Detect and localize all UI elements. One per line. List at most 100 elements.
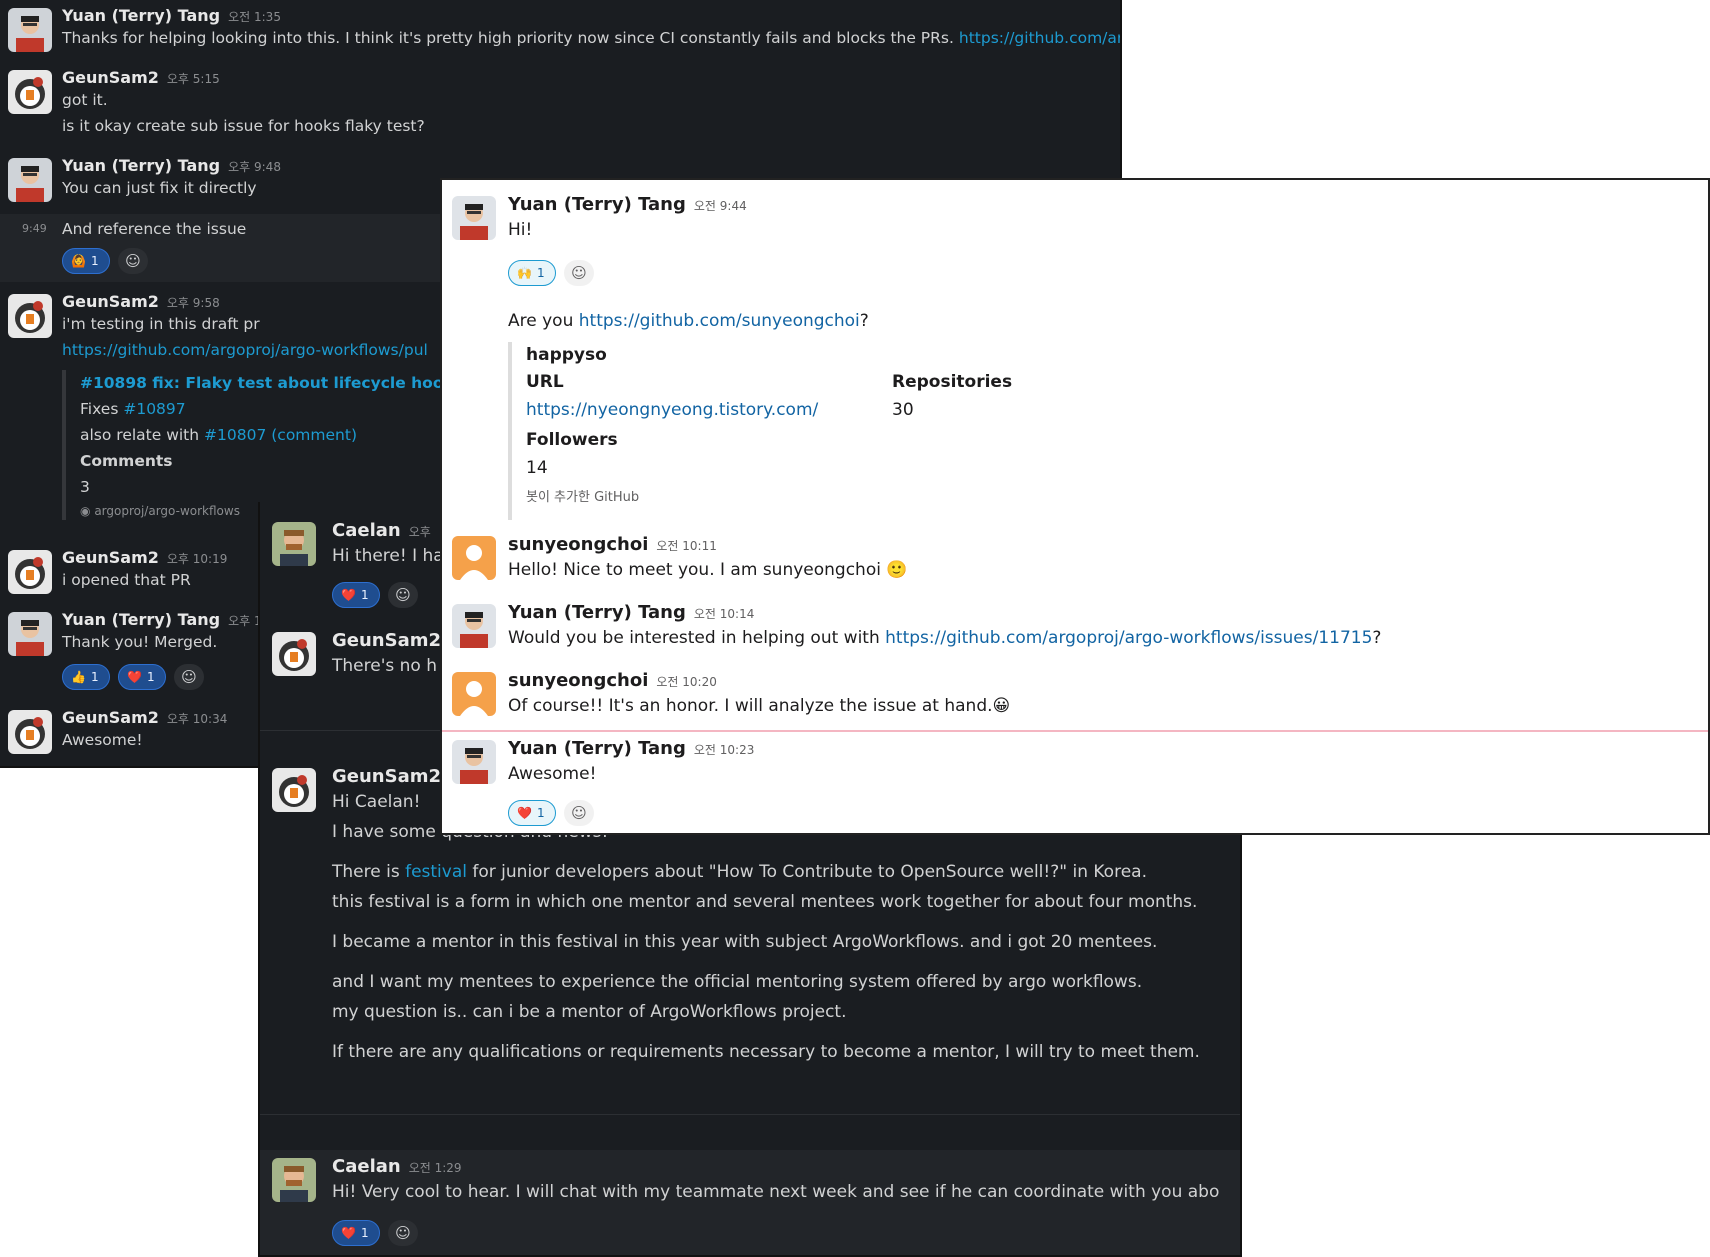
avatar-sunyeongchoi[interactable] [452, 536, 496, 580]
comments-value: 3 [80, 478, 90, 496]
followers-label: Followers [526, 430, 618, 450]
message-text: Awesome! [62, 731, 143, 749]
message-text: Hi there! I ha [332, 546, 444, 566]
author-name[interactable]: Yuan (Terry) Tang [508, 738, 686, 759]
author-name[interactable]: sunyeongchoi [508, 670, 648, 691]
timestamp[interactable]: 오후 9:48 [228, 160, 281, 174]
hover-timestamp[interactable]: 9:49 [22, 222, 47, 235]
avatar-geunsam[interactable] [8, 294, 52, 338]
author-name[interactable]: Yuan (Terry) Tang [508, 602, 686, 623]
message-text: Hi! Very cool to hear. I will chat with … [332, 1182, 1220, 1202]
add-reaction-icon[interactable]: ☺ [564, 800, 594, 826]
timestamp[interactable]: 오후 9:58 [167, 296, 220, 310]
paragraph-text: this festival is a form in which one men… [332, 892, 1198, 912]
author-name[interactable]: GeunSam2 [332, 630, 441, 651]
author-name[interactable]: GeunSam2 [62, 548, 159, 567]
followers-value: 14 [526, 458, 548, 478]
timestamp[interactable]: 오전 1:29 [409, 1161, 462, 1175]
add-reaction-icon[interactable]: ☺ [388, 582, 418, 608]
reaction-pill[interactable]: ❤️ 1 [118, 664, 166, 690]
timestamp[interactable]: 오전 9:44 [694, 199, 747, 213]
paragraph-text: I became a mentor in this festival in th… [332, 932, 1158, 952]
reaction-pill[interactable]: ❤️ 1 [508, 800, 556, 826]
avatar-geunsam[interactable] [8, 550, 52, 594]
timestamp[interactable]: 오후 10:34 [167, 712, 227, 726]
festival-link[interactable]: festival [405, 862, 467, 882]
author-name[interactable]: GeunSam2 [62, 68, 159, 87]
avatar-geunsam[interactable] [272, 632, 316, 676]
message-text: Hi! [508, 220, 533, 240]
avatar-yuan[interactable] [452, 604, 496, 648]
avatar-caelan[interactable] [272, 1158, 316, 1202]
author-name[interactable]: Yuan (Terry) Tang [62, 6, 220, 25]
message-link[interactable]: https://github.com/argoproj/argo-workflo… [62, 337, 428, 363]
preview-title[interactable]: #10898 fix: Flaky test about lifecycle h… [80, 370, 485, 396]
url-value-link[interactable]: https://nyeongnyeong.tistory.com/ [526, 396, 892, 424]
repos-value: 30 [892, 400, 914, 420]
message-text: Would you be interested in helping out w… [508, 628, 886, 648]
message-text: i'm testing in this draft pr [62, 315, 260, 333]
message-text: i opened that PR [62, 571, 191, 589]
reaction-pill[interactable]: 🙌 1 [508, 260, 556, 286]
timestamp[interactable]: 오전 10:11 [656, 539, 716, 553]
timestamp[interactable]: 오전 1:35 [228, 10, 281, 24]
avatar-geunsam[interactable] [8, 70, 52, 114]
message-text: Are you [508, 311, 579, 331]
issue-link[interactable]: https://github.com/argoproj/argo-workflo… [885, 628, 1372, 648]
avatar-caelan[interactable] [272, 522, 316, 566]
avatar-yuan[interactable] [8, 8, 52, 52]
message-link[interactable]: https://github.com/ar [959, 29, 1120, 47]
add-reaction-icon[interactable]: ☺ [564, 260, 594, 286]
author-name[interactable]: sunyeongchoi [508, 534, 648, 555]
repos-label: Repositories [892, 372, 1013, 392]
avatar-geunsam[interactable] [272, 768, 316, 812]
author-name[interactable]: Yuan (Terry) Tang [62, 156, 220, 175]
reaction-pill[interactable]: 🙆 1 [62, 248, 110, 274]
avatar-yuan[interactable] [8, 158, 52, 202]
message-text: You can just fix it directly [62, 179, 257, 197]
author-name[interactable]: GeunSam2 [62, 708, 159, 727]
author-name[interactable]: Yuan (Terry) Tang [508, 194, 686, 215]
timestamp[interactable]: 오후 10:19 [167, 552, 227, 566]
author-name[interactable]: Caelan [332, 1156, 401, 1177]
author-name[interactable]: Yuan (Terry) Tang [62, 610, 220, 629]
grin-emoji: 😀 [992, 696, 1011, 716]
reaction-bar: ❤️ 1 ☺ [332, 582, 418, 608]
author-name[interactable]: Caelan [332, 520, 401, 541]
timestamp[interactable]: 오전 10:23 [694, 743, 754, 757]
timestamp[interactable]: 오전 10:14 [694, 607, 754, 621]
preview-footer: argoproj/argo-workflows [94, 504, 240, 518]
fixes-link[interactable]: #10897 [123, 400, 185, 418]
reaction-pill[interactable]: 👍 1 [62, 664, 110, 690]
smile-emoji: 🙂 [886, 560, 908, 580]
url-label: URL [526, 372, 564, 392]
avatar-sunyeongchoi[interactable] [452, 672, 496, 716]
avatar-geunsam[interactable] [8, 710, 52, 754]
timestamp[interactable]: 오후 [409, 525, 431, 539]
timestamp[interactable]: 오전 10:20 [656, 675, 716, 689]
message-text: Hello! Nice to meet you. I am sunyeongch… [508, 560, 881, 580]
add-reaction-icon[interactable]: ☺ [174, 664, 204, 690]
message-text: got it. [62, 91, 108, 109]
avatar-yuan[interactable] [452, 740, 496, 784]
author-name[interactable]: GeunSam2 [62, 292, 159, 311]
github-profile-link[interactable]: https://github.com/sunyeongchoi [579, 311, 860, 331]
reaction-pill[interactable]: ❤️ 1 [332, 582, 380, 608]
preview-title[interactable]: happyso [526, 342, 1028, 368]
chat-panel-sunyeong: Yuan (Terry) Tang 오전 9:44 Hi! 🙌 1 ☺ Are yo… [440, 178, 1710, 835]
reaction-bar: 🙌 1 ☺ [508, 260, 594, 286]
divider [260, 1114, 1240, 1115]
add-reaction-icon[interactable]: ☺ [118, 248, 148, 274]
avatar-yuan[interactable] [452, 196, 496, 240]
add-reaction-icon[interactable]: ☺ [388, 1220, 418, 1246]
message-text: There's no h [332, 656, 437, 676]
reaction-pill[interactable]: ❤️ 1 [332, 1220, 380, 1246]
relate-label: also relate with [80, 426, 200, 444]
message-text: Awesome! [508, 764, 597, 784]
timestamp[interactable]: 오후 5:15 [167, 72, 220, 86]
reaction-bar: ❤️ 1 ☺ [508, 800, 594, 826]
avatar-yuan[interactable] [8, 612, 52, 656]
relate-link[interactable]: #10807 (comment) [204, 426, 357, 444]
message: Caelan 오전 1:29 Hi! Very cool to hear. I w… [260, 1150, 1240, 1255]
message-text: Of course!! It's an honor. I will analyz… [508, 696, 993, 716]
